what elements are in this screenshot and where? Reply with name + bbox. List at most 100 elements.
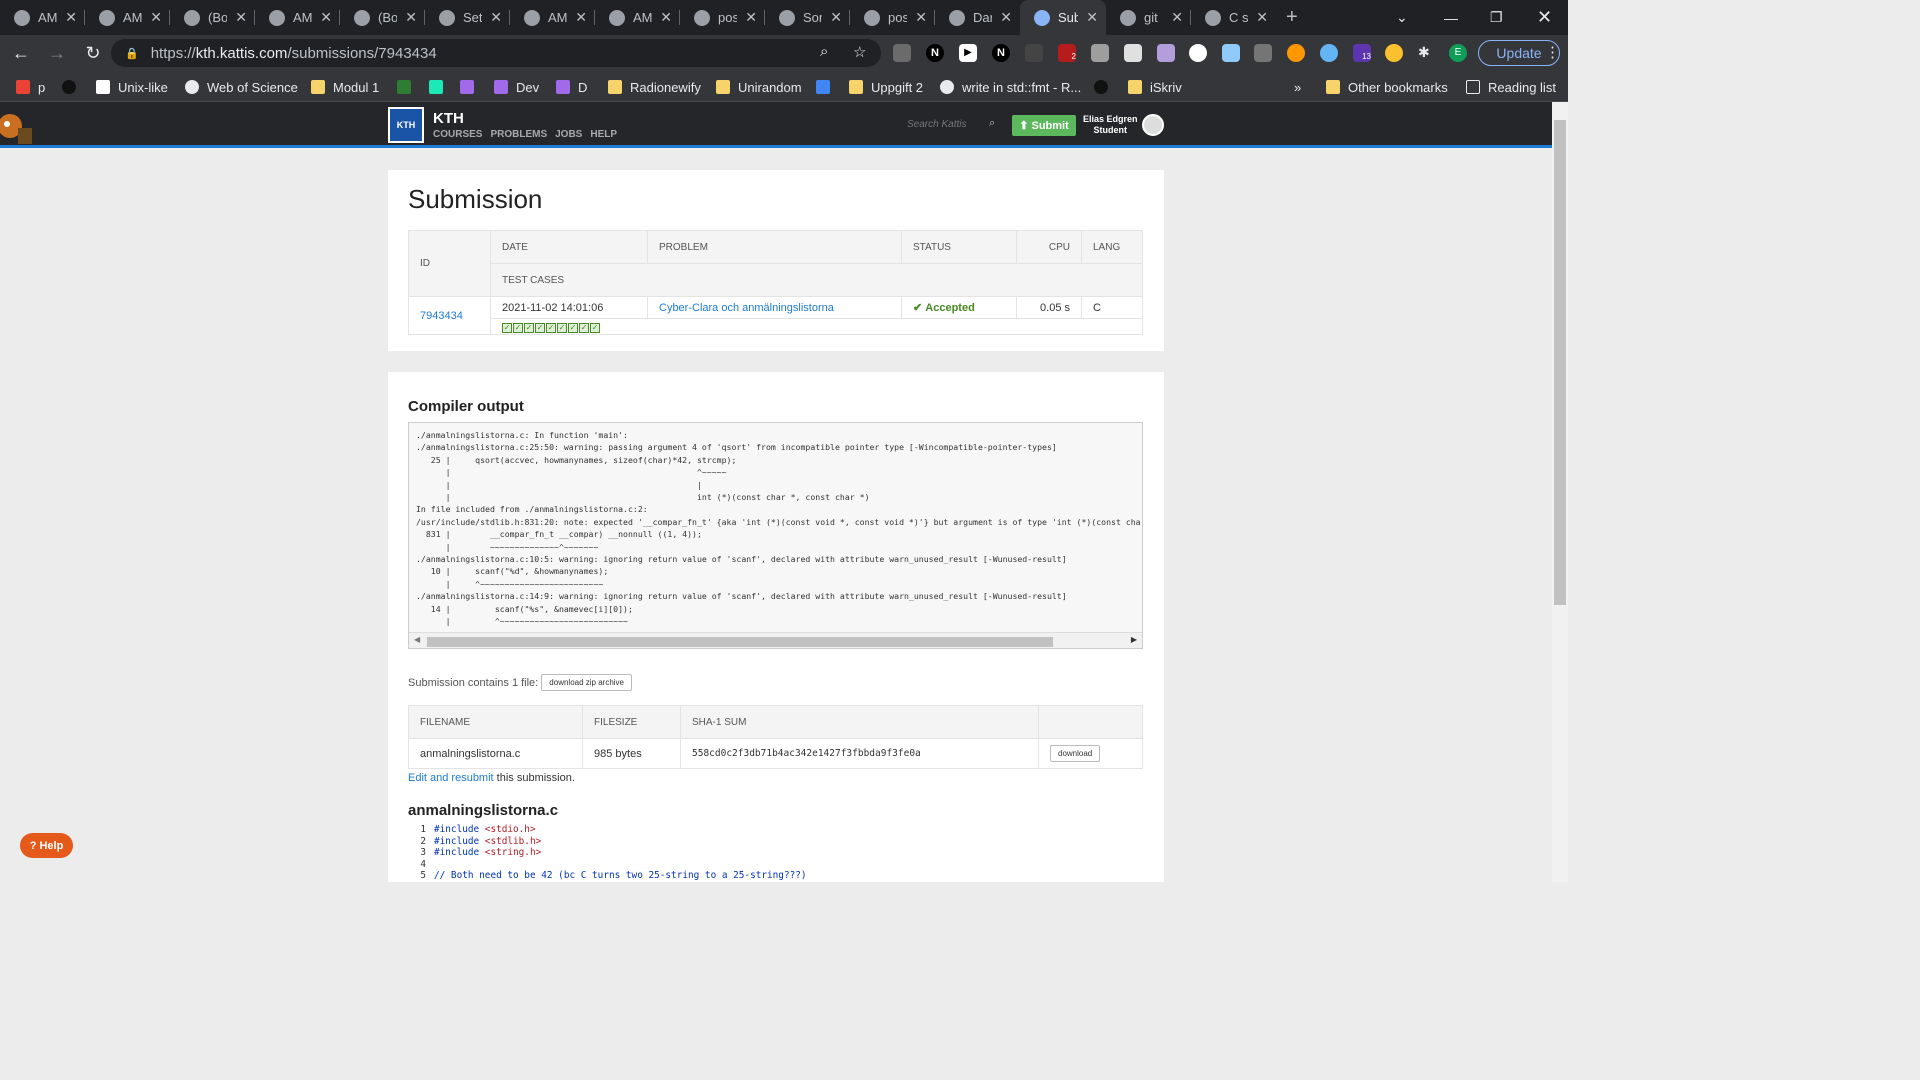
close-tab-icon[interactable]: ✕ bbox=[150, 9, 162, 26]
bookmark-item[interactable]: Web of Science bbox=[185, 78, 298, 96]
tab[interactable]: C st ✕ bbox=[1191, 0, 1276, 35]
reload-icon[interactable]: ↻ bbox=[78, 43, 108, 64]
more-bookmarks-button[interactable]: » bbox=[1294, 78, 1301, 96]
forward-arrow-icon[interactable]: → bbox=[42, 43, 72, 64]
address-bar[interactable]: 🔒 https://kth.kattis.com/submissions/794… bbox=[111, 39, 881, 67]
nav-help[interactable]: HELP bbox=[590, 129, 617, 140]
tab[interactable]: (Bo ✕ bbox=[340, 0, 425, 35]
close-tab-icon[interactable]: ✕ bbox=[830, 9, 842, 26]
tab[interactable]: AM ✕ bbox=[595, 0, 680, 35]
download-button[interactable]: download bbox=[1050, 745, 1101, 762]
submission-id-link[interactable]: 7943434 bbox=[408, 296, 491, 335]
close-tab-icon[interactable]: ✕ bbox=[1086, 9, 1098, 26]
profile-avatar[interactable]: E bbox=[1449, 44, 1467, 62]
close-tab-icon[interactable]: ✕ bbox=[1171, 9, 1183, 26]
download-zip-button[interactable]: download zip archive bbox=[541, 674, 633, 691]
test-case-passed-icon[interactable]: ✓ bbox=[590, 322, 600, 333]
extension-badge-icon[interactable]: 13 bbox=[1353, 44, 1371, 62]
close-tab-icon[interactable]: ✕ bbox=[575, 9, 587, 26]
extension-icon[interactable] bbox=[1189, 44, 1207, 62]
react-icon[interactable] bbox=[1320, 44, 1338, 62]
close-tab-icon[interactable]: ✕ bbox=[490, 9, 502, 26]
extension-icon[interactable] bbox=[893, 44, 911, 62]
notion-icon[interactable]: N bbox=[926, 44, 944, 62]
bookmark-item[interactable] bbox=[429, 78, 451, 96]
extension-icon[interactable] bbox=[1025, 44, 1043, 62]
horizontal-scrollbar[interactable]: ◀ ▶ bbox=[409, 632, 1142, 648]
test-case-passed-icon[interactable]: ✓ bbox=[546, 322, 556, 333]
menu-icon[interactable]: ⋮ bbox=[1545, 43, 1560, 61]
bookmark-item[interactable] bbox=[1094, 78, 1116, 96]
site-title[interactable]: KTH bbox=[433, 110, 464, 127]
bookmark-item[interactable]: Radionewify bbox=[608, 78, 701, 96]
test-case-passed-icon[interactable]: ✓ bbox=[535, 322, 545, 333]
search-input[interactable]: Search Kattis bbox=[903, 114, 1003, 134]
play-icon[interactable]: ▶ bbox=[959, 44, 977, 62]
tab[interactable]: AM ✕ bbox=[85, 0, 170, 35]
scroll-left-icon[interactable]: ◀ bbox=[414, 635, 420, 644]
close-window-button[interactable]: ✕ bbox=[1537, 0, 1552, 35]
bookmark-item[interactable] bbox=[62, 78, 84, 96]
notion-icon-2[interactable]: N bbox=[992, 44, 1010, 62]
bookmark-item[interactable]: Dev bbox=[494, 78, 539, 96]
bookmark-item[interactable]: Uppgift 2 bbox=[849, 78, 923, 96]
tab-search-icon[interactable]: ⌄ bbox=[1396, 0, 1408, 35]
minimize-button[interactable]: — bbox=[1444, 0, 1458, 35]
kattis-cat-logo[interactable] bbox=[0, 104, 36, 146]
close-tab-icon[interactable]: ✕ bbox=[65, 9, 77, 26]
tab[interactable]: git ✕ bbox=[1106, 0, 1191, 35]
tab[interactable]: AM ✕ bbox=[510, 0, 595, 35]
extension-icon[interactable] bbox=[1091, 44, 1109, 62]
bookmark-item[interactable]: iSkriv bbox=[1128, 78, 1182, 96]
nav-jobs[interactable]: JOBS bbox=[555, 129, 582, 140]
nav-courses[interactable]: COURSES bbox=[433, 129, 482, 140]
user-avatar[interactable] bbox=[1142, 114, 1164, 136]
new-tab-button[interactable]: + bbox=[1286, 6, 1298, 29]
bookmark-item[interactable]: D bbox=[556, 78, 587, 96]
bookmark-item[interactable]: p bbox=[16, 78, 45, 96]
test-case-passed-icon[interactable]: ✓ bbox=[502, 322, 512, 333]
tab-active[interactable]: Sub ✕ bbox=[1020, 0, 1106, 35]
close-tab-icon[interactable]: ✕ bbox=[405, 9, 417, 26]
extension-icon[interactable] bbox=[1157, 44, 1175, 62]
bookmark-item[interactable]: Modul 1 bbox=[311, 78, 379, 96]
tab[interactable]: Sett ✕ bbox=[425, 0, 510, 35]
tab[interactable]: AM ✕ bbox=[0, 0, 85, 35]
bookmark-item[interactable]: write in std::fmt - R... bbox=[940, 78, 1081, 96]
tab[interactable]: pos ✕ bbox=[850, 0, 935, 35]
back-arrow-icon[interactable]: ← bbox=[6, 43, 36, 64]
extension-icon[interactable] bbox=[1287, 44, 1305, 62]
ublock-icon[interactable]: 2 bbox=[1058, 44, 1076, 62]
extension-icon[interactable] bbox=[1254, 44, 1272, 62]
tab[interactable]: AM ✕ bbox=[255, 0, 340, 35]
tab[interactable]: pos ✕ bbox=[680, 0, 765, 35]
edit-resubmit-link[interactable]: Edit and resubmit bbox=[408, 772, 494, 784]
close-tab-icon[interactable]: ✕ bbox=[660, 9, 672, 26]
user-info[interactable]: Elias Edgren Student bbox=[1083, 114, 1138, 136]
test-case-passed-icon[interactable]: ✓ bbox=[513, 322, 523, 333]
test-case-passed-icon[interactable]: ✓ bbox=[557, 322, 567, 333]
bookmark-item[interactable]: Unix-like bbox=[96, 78, 168, 96]
extension-icon[interactable] bbox=[1124, 44, 1142, 62]
help-button[interactable]: ? Help bbox=[20, 833, 73, 858]
nav-problems[interactable]: PROBLEMS bbox=[490, 129, 547, 140]
chrome-icon[interactable] bbox=[1385, 44, 1403, 62]
bookmark-item[interactable] bbox=[460, 78, 482, 96]
scroll-right-icon[interactable]: ▶ bbox=[1131, 635, 1137, 644]
zoom-search-icon[interactable]: ⌕ bbox=[820, 43, 828, 60]
close-tab-icon[interactable]: ✕ bbox=[1000, 9, 1012, 26]
bookmark-item[interactable]: Unirandom bbox=[716, 78, 802, 96]
compiler-output[interactable]: ./anmalningslistorna.c: In function 'mai… bbox=[408, 422, 1143, 649]
bookmark-item[interactable] bbox=[397, 78, 419, 96]
search-icon[interactable]: ⌕ bbox=[989, 117, 995, 130]
other-bookmarks[interactable]: Other bookmarks bbox=[1326, 78, 1448, 96]
test-case-passed-icon[interactable]: ✓ bbox=[579, 322, 589, 333]
page-scrollbar[interactable] bbox=[1552, 102, 1568, 882]
page-scrollbar-thumb[interactable] bbox=[1554, 120, 1566, 605]
close-tab-icon[interactable]: ✕ bbox=[1256, 9, 1268, 26]
submit-button[interactable]: ⬆ Submit bbox=[1012, 115, 1076, 136]
extension-icon[interactable] bbox=[1222, 44, 1240, 62]
test-case-passed-icon[interactable]: ✓ bbox=[568, 322, 578, 333]
tab[interactable]: Son ✕ bbox=[765, 0, 850, 35]
bookmark-star-icon[interactable]: ☆ bbox=[853, 43, 866, 61]
